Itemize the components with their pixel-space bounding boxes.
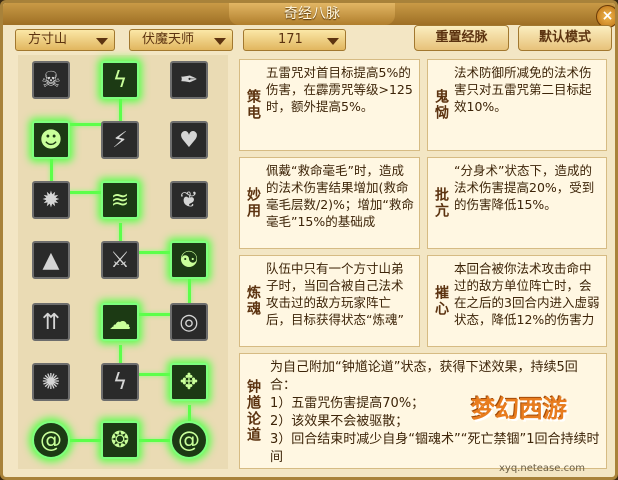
dragon-coil-icon[interactable]: @ [170, 421, 208, 459]
chevron-down-icon [327, 38, 339, 45]
skill-card[interactable]: 鬼恸 法术防御所减免的法术伤害只对五雷咒第二目标起效10%。 [427, 59, 607, 151]
meridian-window: 奇经八脉 × 方寸山 伏魔天师 171 重置经脉 默认模式 ☠ ϟ ✒ ☻ ⚡ … [0, 0, 618, 480]
skill-description: 法术防御所减免的法术伤害只对五雷咒第二目标起效10%。 [454, 65, 592, 114]
skill-description: 队伍中只有一个方寸山弟子时，当回合被自己法术攻击过的敌方玩家阵亡后，目标获得状态… [266, 261, 404, 327]
scroll-icon[interactable]: ✒ [170, 61, 208, 99]
cloud-spirit-icon[interactable]: ☁ [101, 303, 139, 341]
skill-card[interactable]: 摧心 本回合被你法术攻击命中过的敌方单位阵亡时，会在之后的3回合内进入虚弱状态，… [427, 255, 607, 347]
ring-of-fire-icon[interactable]: ✺ [32, 363, 70, 401]
skill-label: 鬼恸 [433, 89, 449, 121]
default-mode-button[interactable]: 默认模式 [518, 25, 612, 51]
monkey-face-icon[interactable]: ☻ [32, 121, 70, 159]
skill-card[interactable]: 策电 五雷咒对首目标提高5%的伤害，在霹雳咒等级>125时，额外提高5%。 [239, 59, 420, 151]
skill-description: “分身术”状态下，造成的法术伤害提高20%，受到的伤害降低15%。 [454, 163, 595, 212]
broken-heart-icon[interactable]: ♥ [170, 121, 208, 159]
school-dropdown[interactable]: 方寸山 [15, 29, 115, 51]
dragon-orb-icon[interactable]: @ [32, 421, 70, 459]
lightning-tree-icon[interactable]: ϟ [101, 363, 139, 401]
skill-description: 佩戴“救命毫毛”时，造成的法术伤害结果增加(救命毫毛层数/2)%；增加“救命毫毛… [266, 163, 414, 229]
swirl-disc-icon[interactable]: ◎ [170, 303, 208, 341]
skill-label: 批亢 [433, 187, 449, 219]
path-dropdown-value: 伏魔天师 [142, 32, 195, 47]
feather-icon[interactable]: ❦ [170, 181, 208, 219]
skill-label: 摧心 [433, 285, 449, 317]
level-dropdown-value: 171 [278, 32, 303, 47]
flame-wave-icon[interactable]: ≋ [101, 181, 139, 219]
skill-label: 妙用 [245, 187, 261, 219]
skill-label: 钟馗论道 [245, 379, 261, 443]
skill-effect-line: 为自己附加“钟馗论道”状态，获得下述效果，持续5回合： [270, 360, 578, 393]
logo-text: 梦幻西游 [471, 395, 567, 423]
meditating-figures-icon[interactable]: ☯ [170, 241, 208, 279]
flame-icon[interactable]: ✹ [32, 181, 70, 219]
skill-card[interactable]: 妙用 佩戴“救命毫毛”时，造成的法术伤害结果增加(救命毫毛层数/2)%；增加“救… [239, 157, 420, 249]
three-dragons-icon[interactable]: ❂ [101, 421, 139, 459]
skill-description: 本回合被你法术攻击命中过的敌方单位阵亡时，会在之后的3回合内进入虚弱状态，降低1… [454, 261, 600, 327]
chevron-down-icon [96, 38, 108, 45]
demon-mask-icon[interactable]: ☠ [32, 61, 70, 99]
talent-tree: ☠ ϟ ✒ ☻ ⚡ ♥ ✹ ≋ ❦ ▲ ⚔ ☯ ⇈ ☁ ◎ ✺ ϟ ✥ @ ❂ … [18, 55, 228, 469]
window-title: 奇经八脉 [229, 3, 395, 25]
skill-card[interactable]: 炼魂 队伍中只有一个方寸山弟子时，当回合被自己法术攻击过的敌方玩家阵亡后，目标获… [239, 255, 420, 347]
skill-description: 五雷咒对首目标提高5%的伤害，在霹雳咒等级>125时，额外提高5%。 [266, 65, 413, 114]
level-dropdown[interactable]: 171 [243, 29, 346, 51]
school-dropdown-value: 方寸山 [28, 32, 68, 47]
thunder-claw-icon[interactable]: ⚔ [101, 241, 139, 279]
lightning-rune-icon[interactable]: ϟ [101, 61, 139, 99]
reset-meridian-button[interactable]: 重置经脉 [414, 25, 509, 51]
lightning-strike-icon[interactable]: ⚡ [101, 121, 139, 159]
game-logo: 梦幻西游 xyq.netease.com [471, 395, 615, 477]
arrows-up-icon[interactable]: ⇈ [32, 303, 70, 341]
skill-label: 炼魂 [245, 285, 261, 317]
skill-label: 策电 [245, 89, 261, 121]
path-dropdown[interactable]: 伏魔天师 [129, 29, 233, 51]
mountain-icon[interactable]: ▲ [32, 241, 70, 279]
logo-url: xyq.netease.com [499, 463, 585, 474]
chevron-down-icon [214, 38, 226, 45]
dragon-seal-icon[interactable]: ✥ [170, 363, 208, 401]
skill-card[interactable]: 批亢 “分身术”状态下，造成的法术伤害提高20%，受到的伤害降低15%。 [427, 157, 607, 249]
